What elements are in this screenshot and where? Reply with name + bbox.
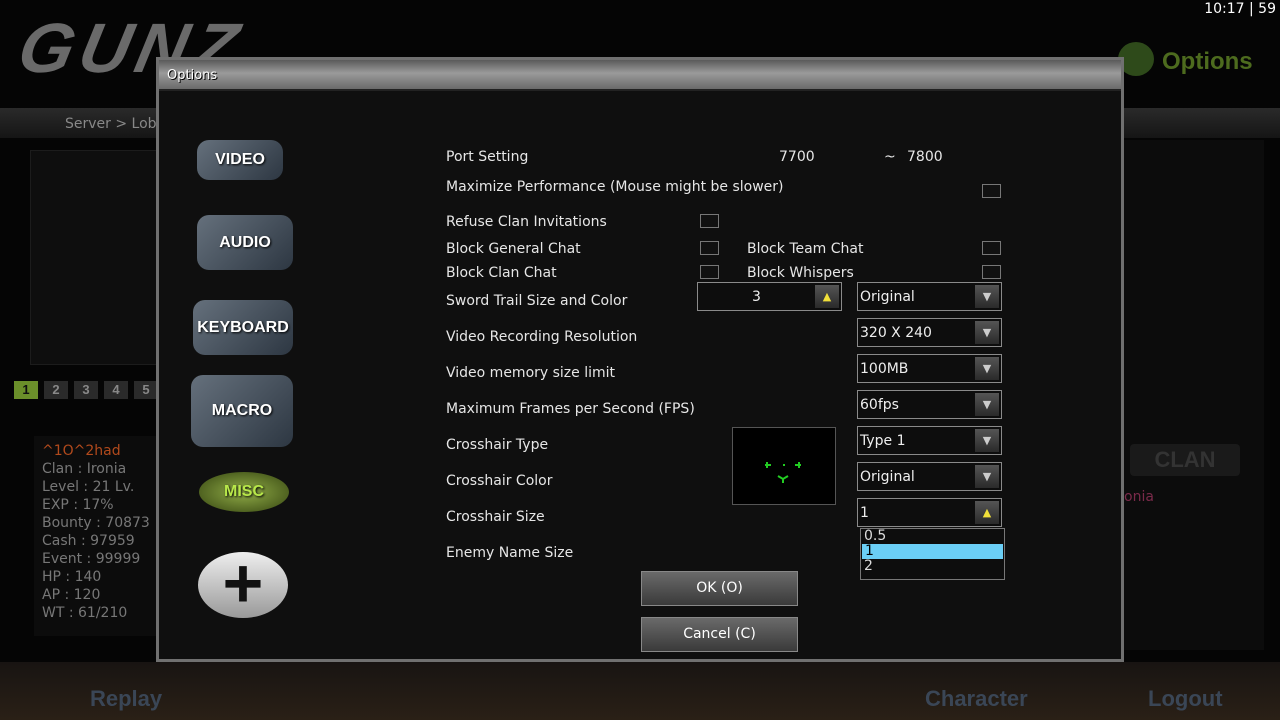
crosshair-icon bbox=[765, 462, 801, 483]
block-team-checkbox[interactable] bbox=[982, 241, 1001, 255]
replay-button[interactable]: Replay bbox=[90, 686, 162, 712]
video-res-label: Video Recording Resolution bbox=[446, 329, 638, 345]
stat-exp: EXP : 17% bbox=[42, 497, 114, 513]
cancel-button[interactable]: Cancel (C) bbox=[641, 617, 798, 652]
options-dialog: Options VIDEO AUDIO KEYBOARD MACRO MISC … bbox=[156, 57, 1124, 662]
page-1-button[interactable]: 1 bbox=[14, 381, 38, 399]
fps-dropdown[interactable]: 60fps ▼ bbox=[857, 390, 1002, 419]
audio-label: AUDIO bbox=[219, 234, 271, 251]
chevron-down-icon[interactable]: ▼ bbox=[975, 393, 999, 416]
crosshair-size-dropdown[interactable]: 1 ▲ bbox=[857, 498, 1002, 527]
refuse-clan-label: Refuse Clan Invitations bbox=[446, 214, 607, 230]
triangle-up-icon[interactable]: ▲ bbox=[975, 501, 999, 524]
option-1[interactable]: 1 bbox=[862, 544, 1003, 559]
port-from[interactable]: 7700 bbox=[779, 149, 815, 165]
fps-label: Maximum Frames per Second (FPS) bbox=[446, 401, 695, 417]
stat-hp: HP : 140 bbox=[42, 569, 102, 585]
audio-category-button[interactable]: AUDIO bbox=[197, 215, 293, 270]
sword-trail-color-value: Original bbox=[860, 289, 915, 305]
block-team-label: Block Team Chat bbox=[747, 241, 864, 257]
crosshair-type-label: Crosshair Type bbox=[446, 437, 549, 453]
triangle-up-icon[interactable]: ▲ bbox=[815, 285, 839, 308]
page-5-button[interactable]: 5 bbox=[134, 381, 158, 399]
breadcrumb: Server > Lob bbox=[65, 116, 157, 132]
stat-clan: Clan : Ironia bbox=[42, 461, 127, 477]
option-0-5[interactable]: 0.5 bbox=[861, 529, 1004, 544]
video-category-button[interactable]: VIDEO bbox=[197, 140, 283, 180]
video-mem-dropdown[interactable]: 100MB ▼ bbox=[857, 354, 1002, 383]
sword-trail-label: Sword Trail Size and Color bbox=[446, 293, 628, 309]
block-clan-label: Block Clan Chat bbox=[446, 265, 557, 281]
port-to[interactable]: 7800 bbox=[907, 149, 943, 165]
page-4-button[interactable]: 4 bbox=[104, 381, 128, 399]
options-menu-button[interactable]: Options bbox=[1162, 48, 1253, 76]
block-whispers-label: Block Whispers bbox=[747, 265, 854, 281]
block-clan-checkbox[interactable] bbox=[700, 265, 719, 279]
option-2[interactable]: 2 bbox=[861, 559, 1004, 574]
page-2-button[interactable]: 2 bbox=[44, 381, 68, 399]
ok-button[interactable]: OK (O) bbox=[641, 571, 798, 606]
maximize-performance-checkbox[interactable] bbox=[982, 184, 1001, 198]
crosshair-size-value: 1 bbox=[860, 505, 869, 521]
stat-cash: Cash : 97959 bbox=[42, 533, 135, 549]
misc-category-button[interactable]: MISC bbox=[199, 472, 289, 512]
stat-wt: WT : 61/210 bbox=[42, 605, 128, 621]
crosshair-type-value: Type 1 bbox=[860, 433, 906, 449]
stat-bounty: Bounty : 70873 bbox=[42, 515, 150, 531]
enemy-name-size-label: Enemy Name Size bbox=[446, 545, 574, 561]
sword-trail-size-value: 3 bbox=[752, 289, 761, 305]
plus-icon[interactable]: + bbox=[198, 548, 288, 618]
logout-button[interactable]: Logout bbox=[1148, 686, 1223, 712]
page-3-button[interactable]: 3 bbox=[74, 381, 98, 399]
keyboard-category-button[interactable]: KEYBOARD bbox=[193, 300, 293, 355]
video-res-value: 320 X 240 bbox=[860, 325, 932, 341]
port-label: Port Setting bbox=[446, 149, 529, 165]
player-info: ^1O^2had Clan : Ironia Level : 21 Lv. EX… bbox=[34, 436, 164, 636]
block-general-label: Block General Chat bbox=[446, 241, 581, 257]
crosshair-color-value: Original bbox=[860, 469, 915, 485]
bottom-bar bbox=[0, 662, 1280, 720]
stat-level: Level : 21 Lv. bbox=[42, 479, 135, 495]
crosshair-size-options: 0.5 1 2 bbox=[860, 528, 1005, 580]
player-name: ^1O^2had bbox=[42, 443, 121, 459]
video-mem-value: 100MB bbox=[860, 361, 909, 377]
sword-trail-color-dropdown[interactable]: Original ▼ bbox=[857, 282, 1002, 311]
dialog-title-bar: Options bbox=[159, 60, 1121, 91]
sword-trail-size-stepper[interactable]: 3 ▲ bbox=[697, 282, 842, 311]
crosshair-preview bbox=[732, 427, 836, 505]
stat-ap: AP : 120 bbox=[42, 587, 101, 603]
video-label: VIDEO bbox=[215, 151, 265, 168]
macro-label: MACRO bbox=[211, 402, 273, 419]
maximize-performance-label: Maximize Performance (Mouse might be slo… bbox=[446, 179, 784, 195]
crosshair-color-dropdown[interactable]: Original ▼ bbox=[857, 462, 1002, 491]
keyboard-label: KEYBOARD bbox=[197, 319, 289, 336]
crosshair-color-label: Crosshair Color bbox=[446, 473, 553, 489]
chevron-down-icon[interactable]: ▼ bbox=[975, 465, 999, 488]
block-general-checkbox[interactable] bbox=[700, 241, 719, 255]
right-panel bbox=[1124, 140, 1264, 650]
stat-event: Event : 99999 bbox=[42, 551, 141, 567]
page-buttons: 1 2 3 4 5 bbox=[14, 381, 158, 399]
video-res-dropdown[interactable]: 320 X 240 ▼ bbox=[857, 318, 1002, 347]
refuse-clan-checkbox[interactable] bbox=[700, 214, 719, 228]
fps-value: 60fps bbox=[860, 397, 899, 413]
block-whispers-checkbox[interactable] bbox=[982, 265, 1001, 279]
clan-member: onia bbox=[1124, 489, 1154, 505]
dialog-title: Options bbox=[167, 68, 218, 83]
character-button[interactable]: Character bbox=[925, 686, 1028, 712]
macro-category-button[interactable]: MACRO bbox=[191, 375, 293, 447]
port-separator: ~ bbox=[884, 149, 896, 165]
clan-tab[interactable]: CLAN bbox=[1130, 444, 1240, 476]
crosshair-size-label: Crosshair Size bbox=[446, 509, 545, 525]
chevron-down-icon[interactable]: ▼ bbox=[975, 357, 999, 380]
room-list-panel bbox=[30, 150, 160, 365]
chevron-down-icon[interactable]: ▼ bbox=[975, 429, 999, 452]
video-mem-label: Video memory size limit bbox=[446, 365, 616, 381]
chevron-down-icon[interactable]: ▼ bbox=[975, 321, 999, 344]
chevron-down-icon[interactable]: ▼ bbox=[975, 285, 999, 308]
misc-label: MISC bbox=[224, 483, 264, 500]
clock: 10:17 | 59 bbox=[1204, 1, 1276, 17]
crosshair-type-dropdown[interactable]: Type 1 ▼ bbox=[857, 426, 1002, 455]
